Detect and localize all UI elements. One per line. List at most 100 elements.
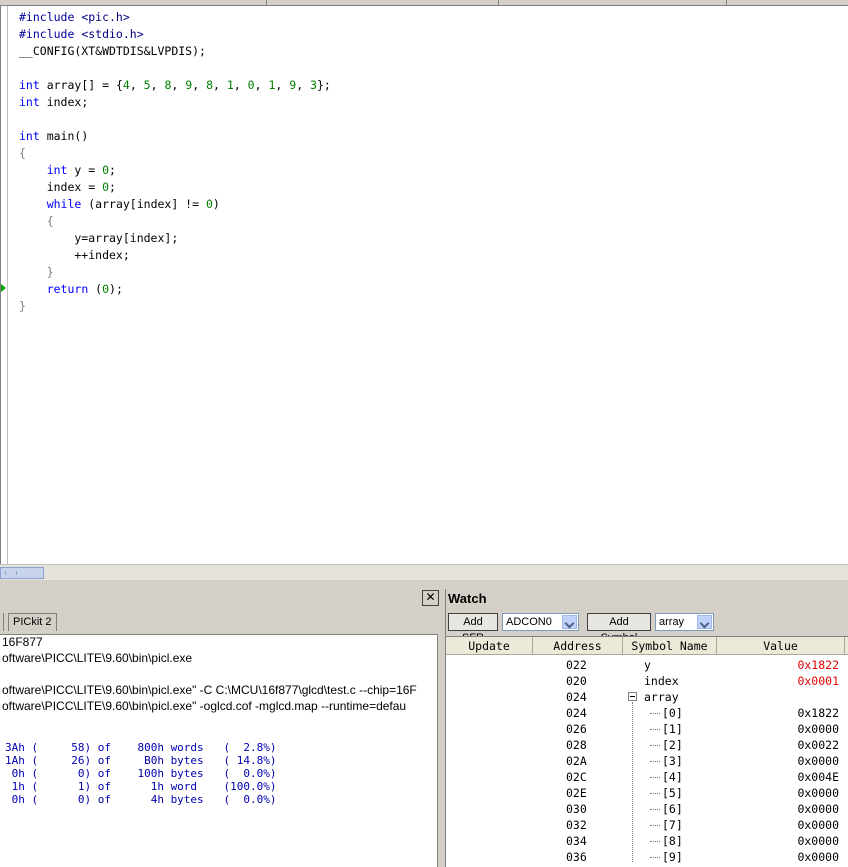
tree-connector — [650, 793, 660, 794]
code-token: <stdio.h> — [81, 27, 144, 41]
watch-row[interactable]: 036 [9] 0x0000 — [446, 849, 848, 865]
output-line: oftware\PICC\LITE\9.60\bin\picl.exe" -C … — [2, 683, 417, 697]
code-token: , — [275, 78, 290, 92]
watch-address: 036 — [566, 850, 587, 864]
chevron-down-icon[interactable] — [697, 615, 712, 629]
watch-symbol: y — [644, 658, 651, 672]
code-line: int array[] = {4, 5, 8, 9, 8, 1, 0, 1, 9… — [19, 77, 331, 94]
code-token: , — [213, 78, 227, 92]
watch-value[interactable]: 0x0022 — [797, 737, 839, 753]
watch-value[interactable]: 0x1822 — [797, 657, 839, 673]
code-token: , — [150, 78, 165, 92]
code-token: } — [19, 299, 26, 313]
watch-symbol: [3] — [662, 754, 683, 768]
watch-value[interactable]: 0x1822 — [797, 705, 839, 721]
code-line: #include <pic.h> — [19, 9, 331, 26]
watch-address: 026 — [566, 722, 587, 736]
add-sfr-button[interactable]: Add SFR — [448, 613, 498, 644]
watch-row[interactable]: 026 [1] 0x0000 — [446, 721, 848, 737]
tree-connector — [650, 825, 660, 826]
column-header-value[interactable]: Value — [717, 637, 845, 655]
code-line: return (0); — [19, 281, 331, 298]
watch-symbol: [2] — [662, 738, 683, 752]
code-token: ); — [109, 282, 123, 296]
code-editor[interactable]: #include <pic.h> #include <stdio.h> __CONF… — [0, 6, 848, 564]
watch-value[interactable]: 0x0000 — [797, 817, 839, 833]
code-token: 0 — [102, 180, 110, 194]
watch-value[interactable]: 0x0000 — [797, 801, 839, 817]
watch-value[interactable]: 0x0000 — [797, 721, 839, 737]
code-token: ++index; — [19, 248, 130, 262]
watch-value[interactable]: 0x0000 — [797, 785, 839, 801]
code-token: }; — [316, 78, 331, 92]
watch-value[interactable]: 0x004E — [797, 769, 839, 785]
panel-splitter[interactable] — [0, 580, 848, 589]
code-token: , — [296, 78, 311, 92]
chevron-down-icon[interactable] — [562, 615, 577, 629]
scrollbar-thumb[interactable] — [0, 567, 44, 579]
watch-address: 020 — [566, 674, 587, 688]
code-token: __CONFIG(XT&WDTDIS&LVPDIS); — [19, 44, 206, 58]
code-token: int — [19, 129, 40, 143]
watch-address: 028 — [566, 738, 587, 752]
watch-row[interactable]: 030 [6] 0x0000 — [446, 801, 848, 817]
code-line: y=array[index]; — [19, 230, 331, 247]
code-token: 3 — [310, 78, 317, 92]
watch-panel: Watch Add SFR ADCON0 Add Symbol array Up… — [445, 589, 848, 867]
close-button[interactable]: ✕ — [422, 590, 439, 606]
code-token: 0 — [205, 197, 213, 211]
watch-grid[interactable]: Update Address Symbol Name Value 022 y 0x1… — [446, 636, 848, 867]
tab-pickit2[interactable]: PICkit 2 — [8, 613, 57, 631]
watch-row[interactable]: 022 y 0x1822 — [446, 657, 848, 673]
code-token: while — [46, 197, 82, 211]
watch-address: 022 — [566, 658, 587, 672]
watch-symbol: array — [644, 690, 679, 704]
watch-address: 02E — [566, 786, 587, 800]
tree-connector — [650, 841, 660, 842]
code-token: 8 — [206, 78, 213, 92]
code-token: index; — [39, 95, 89, 109]
code-token: , — [254, 78, 269, 92]
memory-summary-line: 3Ah ( 58) of 800h words ( 2.8%) — [5, 741, 277, 754]
editor-horizontal-scrollbar[interactable] — [0, 564, 848, 580]
code-token: index = — [19, 180, 103, 194]
watch-address: 032 — [566, 818, 587, 832]
code-token: , — [171, 78, 186, 92]
watch-row[interactable]: 024 array — [446, 689, 848, 705]
sfr-select-value: ADCON0 — [506, 616, 552, 628]
watch-title: Watch — [448, 591, 487, 606]
watch-row[interactable]: 02E [5] 0x0000 — [446, 785, 848, 801]
code-token: 5 — [143, 78, 151, 92]
watch-row[interactable]: 02C [4] 0x004E — [446, 769, 848, 785]
code-token: ; — [109, 163, 116, 177]
output-tab-edge — [0, 613, 4, 631]
code-line: } — [19, 264, 331, 281]
tab-divider — [498, 0, 499, 5]
watch-row[interactable]: 024 [0] 0x1822 — [446, 705, 848, 721]
code-line: } — [19, 298, 331, 315]
symbol-select[interactable]: array — [655, 613, 714, 631]
watch-row[interactable]: 034 [8] 0x0000 — [446, 833, 848, 849]
column-header-update[interactable]: Update — [446, 637, 533, 655]
watch-row[interactable]: 020 index 0x0001 — [446, 673, 848, 689]
column-header-address[interactable]: Address — [533, 637, 623, 655]
code-token: int — [19, 78, 40, 92]
watch-symbol: [5] — [662, 786, 683, 800]
watch-value[interactable]: 0x0000 — [797, 849, 839, 865]
watch-value[interactable]: 0x0001 — [797, 673, 839, 689]
code-token: ; — [109, 180, 116, 194]
code-token: , — [192, 78, 207, 92]
watch-value[interactable]: 0x0000 — [797, 753, 839, 769]
column-header-symbol-name[interactable]: Symbol Name — [623, 637, 717, 655]
add-symbol-button[interactable]: Add Symbol — [587, 613, 651, 644]
watch-row[interactable]: 028 [2] 0x0022 — [446, 737, 848, 753]
watch-value[interactable]: 0x0000 — [797, 833, 839, 849]
code-token: , — [129, 78, 144, 92]
watch-row[interactable]: 02A [3] 0x0000 — [446, 753, 848, 769]
sfr-select[interactable]: ADCON0 — [502, 613, 579, 631]
watch-row[interactable]: 032 [7] 0x0000 — [446, 817, 848, 833]
collapse-icon[interactable] — [628, 692, 637, 701]
code-token: y=array[index]; — [19, 231, 179, 245]
